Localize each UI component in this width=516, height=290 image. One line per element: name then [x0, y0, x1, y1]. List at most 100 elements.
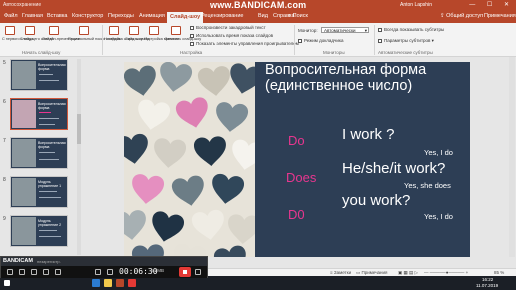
checkbox-icon [190, 25, 194, 30]
user-account[interactable]: Anton Lapshin [400, 2, 432, 8]
ribbon-separator [102, 25, 103, 55]
thumbnail-text-line [39, 159, 59, 160]
editor-scrollbar[interactable] [509, 57, 515, 257]
title-bar: Автосохранение www.BANDICAM.com Anton La… [0, 0, 516, 11]
custom-show-button[interactable]: Произвольный показ слайдов [68, 26, 120, 42]
zoom-slider[interactable]: — ─────●───── + [424, 270, 468, 275]
monitor-select[interactable]: Автоматически ▾ [321, 27, 369, 33]
group-label-monitors: Мониторы [323, 50, 345, 55]
setup-show-button[interactable]: Настройка слайд-шоу [104, 26, 143, 42]
tab-home[interactable]: Главная [22, 13, 43, 19]
slide-title-line2: (единственное число) [265, 78, 413, 94]
clock-date[interactable]: 11.07.2019 [476, 283, 498, 288]
tab-transitions[interactable]: Переходы [108, 13, 134, 19]
media-controls-checkbox[interactable]: Показать элементы управления проигрывате… [190, 41, 299, 46]
scrollbar-thumb[interactable] [77, 114, 81, 144]
play-current-icon [25, 26, 35, 35]
fullscreen-icon[interactable] [31, 269, 37, 275]
tab-view[interactable]: Вид [258, 13, 268, 19]
tab-slideshow[interactable]: Слайд-шоу [167, 12, 204, 23]
thumbnail-image [12, 100, 36, 128]
stopwatch-icon [149, 26, 159, 35]
webcam-icon[interactable] [95, 269, 101, 275]
thumbnail-text-line [39, 191, 57, 192]
thumbnails-scrollbar[interactable] [77, 59, 81, 255]
checkbox-icon [378, 27, 382, 32]
thumbnail-text-line [39, 236, 61, 237]
thumbnail-text-line [39, 74, 53, 75]
window-controls[interactable]: — ☐ ✕ [469, 1, 514, 8]
presenter-view-checkbox[interactable]: Режим докладчика [298, 38, 343, 43]
slide-thumbnail[interactable]: 9 Модуль упражнение 2 [3, 215, 68, 247]
camera-icon[interactable] [195, 269, 201, 275]
window-mode-icon[interactable] [19, 269, 25, 275]
powerpoint-icon[interactable] [116, 279, 124, 287]
notes-button[interactable]: ≡ Заметки [330, 270, 351, 275]
bandicam-icon[interactable] [128, 279, 136, 287]
from-current-button[interactable]: С текущего слайда [20, 26, 54, 42]
thumbnail-title: Вопросительная форма (единственное число… [38, 102, 66, 110]
game-mode-icon[interactable] [43, 269, 49, 275]
online-present-button[interactable]: Онлайн-презентация [42, 26, 79, 42]
device-icon[interactable] [55, 269, 61, 275]
tab-design[interactable]: Конструктор [72, 13, 103, 19]
folder-icon[interactable] [104, 279, 112, 287]
narration-checkbox[interactable]: Воспроизвести закадровый текст [190, 25, 266, 30]
checkbox-icon [190, 33, 194, 38]
stop-record-button[interactable] [179, 267, 191, 277]
home-icon[interactable] [7, 269, 13, 275]
comments-button[interactable]: Примечания [484, 13, 516, 19]
monitor-label: Монитор: [298, 28, 318, 33]
thumbnail-image [12, 178, 36, 206]
ribbon-panel: С первого слайда С текущего слайда Онлай… [0, 23, 516, 57]
setup-icon [109, 26, 119, 35]
question-text: you work? [342, 192, 411, 209]
tab-review[interactable]: Рецензирование [201, 13, 243, 19]
slide-thumbnail[interactable]: 8 Модуль упражнение 1 [3, 176, 68, 208]
slide-thumbnails-pane: 5 Вопросительная форма (единственное чис… [0, 57, 84, 257]
search-box[interactable]: ⌕ Поиск [288, 13, 308, 20]
bandicam-status: незарегистр. [37, 259, 61, 264]
tab-animations[interactable]: Анимация [139, 13, 165, 19]
thumbnail-title: Модуль упражнение 2 [38, 219, 62, 227]
thumbnail-text-line [39, 118, 59, 119]
aux-verb: Does [286, 170, 317, 185]
hearts-pattern [124, 62, 255, 257]
zoom-level[interactable]: 85 % [494, 270, 504, 275]
record-show-button[interactable]: Записать слайд-шоу [165, 26, 201, 42]
tab-insert[interactable]: Вставка [47, 13, 67, 19]
taskbar: 16:22 11.07.2019 [0, 276, 516, 290]
clock-time[interactable]: 16:22 [482, 277, 493, 282]
thumbnail-text-line [39, 124, 55, 125]
edge-icon[interactable] [92, 279, 100, 287]
share-button[interactable]: ⇪ Общий доступ [440, 13, 483, 19]
slide-canvas[interactable]: Вопросительная форма (единственное число… [124, 62, 470, 257]
tab-file[interactable]: Файл [4, 13, 18, 19]
autosave-toggle[interactable]: Автосохранение [3, 2, 41, 8]
stop-icon [183, 270, 187, 274]
ribbon-tabs: Файл Главная Вставка Конструктор Переход… [0, 11, 516, 23]
aux-verb: Do [288, 133, 305, 148]
subtitle-settings-button[interactable]: Параметры субтитров ▾ [378, 38, 434, 44]
custom-show-icon [79, 26, 89, 35]
mic-icon[interactable] [107, 269, 113, 275]
hearts-image [124, 62, 255, 257]
hide-slide-button[interactable]: Скрыть слайд [125, 26, 150, 42]
thumbnail-text-line [39, 80, 59, 81]
always-subtitles-checkbox[interactable]: Всегда показывать субтитры [378, 27, 444, 32]
thumbnail-image [12, 139, 36, 167]
slide-number: 5 [3, 60, 6, 66]
slide-thumbnail[interactable]: 7 Вопросительная форма [3, 137, 68, 169]
group-label-setup: Настройка [180, 50, 203, 55]
checkbox-icon [190, 41, 194, 46]
slide-thumbnail-selected[interactable]: 6 Вопросительная форма (единственное чис… [3, 98, 68, 130]
timings-checkbox[interactable]: Использовать время показа слайдов [190, 33, 273, 38]
thumbnail-image [12, 217, 36, 245]
thumbnail-title: Модуль упражнение 1 [38, 180, 62, 188]
answer-text: Yes, she does [404, 181, 451, 190]
bandicam-recorder: BANDICAM незарегистр. 00:06:30 5.1MB [0, 256, 208, 278]
windows-start-icon[interactable] [4, 280, 10, 286]
slide-thumbnail[interactable]: 5 Вопросительная форма (единственное чис… [3, 59, 68, 91]
from-start-button[interactable]: С первого слайда [2, 26, 33, 42]
rehearse-timings-button[interactable]: Настройка времени [144, 26, 179, 42]
